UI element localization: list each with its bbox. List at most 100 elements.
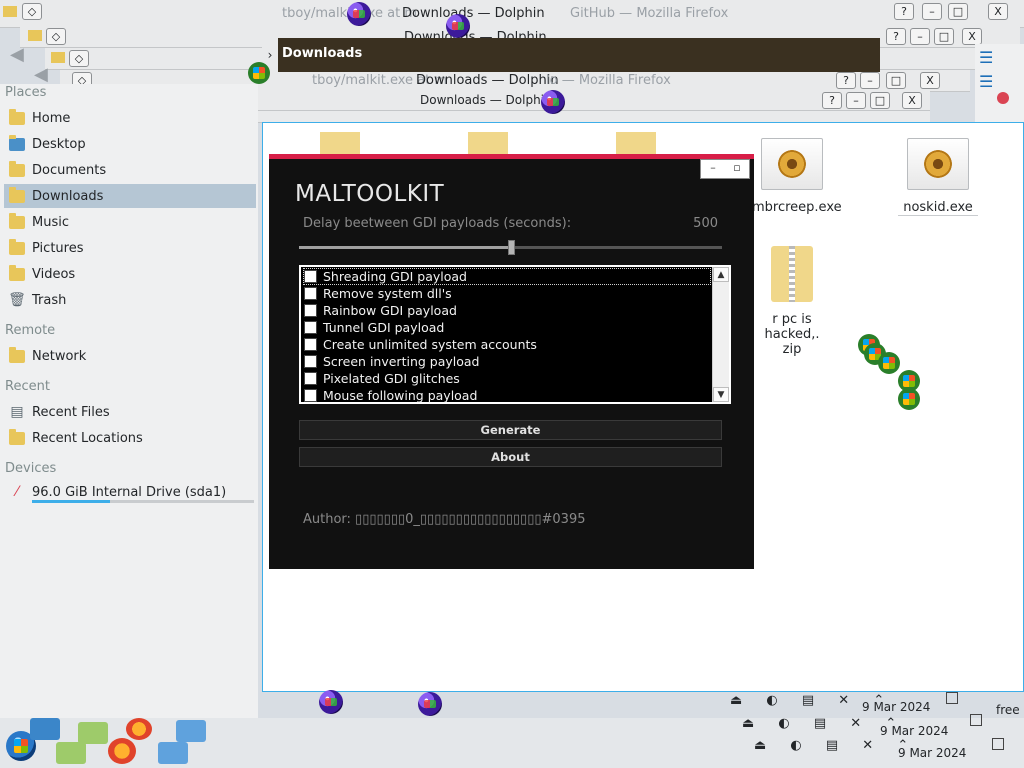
delay-label: Delay beetween GDI payloads (seconds): [303,216,572,231]
generate-button[interactable]: Generate [299,420,722,440]
windows-logo-icon [878,352,900,374]
places-section-label: Places [5,85,47,100]
virus-orb-icon [418,692,442,716]
firefox-icon[interactable] [126,718,152,740]
close-button[interactable]: X [902,92,922,109]
help-button[interactable]: ? [894,3,914,20]
back-arrow-icon[interactable]: ◀ [10,44,24,65]
downloads-folder-icon [8,186,26,205]
nav-button[interactable]: ◇ [69,50,89,67]
maximize-button[interactable]: □ [934,28,954,45]
show-desktop-button[interactable] [992,738,1004,750]
payload-scrollbar[interactable]: ▲ ▼ [712,267,729,402]
sidebar-item-downloads[interactable]: Downloads [4,184,256,208]
payload-item-inverting[interactable]: Screen inverting payload [303,353,711,370]
sidebar-item-documents[interactable]: Documents [4,158,256,182]
about-button[interactable]: About [299,447,722,467]
trash-icon: 🗑 [8,292,26,308]
error-icon [997,92,1009,104]
maximize-button[interactable]: □ [948,3,968,20]
payload-checkbox[interactable] [304,372,317,385]
file-item-noskid[interactable]: noskid.exe [898,138,978,216]
scroll-up-icon[interactable]: ▲ [713,267,729,282]
show-desktop-button[interactable] [946,692,958,704]
file-item-zip[interactable]: r pc is hacked,. zip [744,246,840,357]
nav-button[interactable]: ◇ [22,3,42,20]
desktop-folder-icon [8,134,26,153]
help-button[interactable]: ? [836,72,856,89]
sidebar-item-label: Music [32,214,69,230]
nav-button[interactable]: ◇ [46,28,66,45]
payload-label: Screen inverting payload [323,354,480,369]
file-item-mbrcreep[interactable]: mbrcreep.exe [752,138,842,215]
file-manager-icon[interactable] [78,722,108,744]
sidebar-item-label: Network [32,348,87,364]
sidebar-item-network[interactable]: Network [4,344,256,368]
payload-checkbox[interactable] [304,389,317,402]
window-titlebar: ◇ tboy/malkit.exe at m Downloads — Dolph… [0,0,1024,28]
delay-slider[interactable] [299,240,722,255]
pictures-folder-icon [8,238,26,257]
folder-icon [3,6,17,17]
payload-item-accounts[interactable]: Create unlimited system accounts [303,336,711,353]
sidebar-item-recent-files[interactable]: ▤ Recent Files [4,400,256,424]
system-settings-icon[interactable] [158,742,188,764]
minimize-button[interactable]: – [846,92,866,109]
payload-checkbox[interactable] [304,321,317,334]
payload-item-rainbow[interactable]: Rainbow GDI payload [303,302,711,319]
payload-checkbox[interactable] [304,287,317,300]
payload-item-tunnel[interactable]: Tunnel GDI payload [303,319,711,336]
file-name-line1: r pc is hacked,. [764,312,820,342]
payload-checkbox[interactable] [304,338,317,351]
sidebar-item-pictures[interactable]: Pictures [4,236,256,260]
system-tray-icons[interactable]: ⏏ ◐ ▤ ✕ ⌃ [754,738,918,753]
location-title: Downloads [282,46,363,61]
close-button[interactable]: X [988,3,1008,20]
payload-item-shreading[interactable]: Shreading GDI payload [303,268,711,285]
payload-item-mouse-following[interactable]: Mouse following payload [303,387,711,404]
hamburger-icon: ☰ [979,48,994,67]
minimize-button[interactable]: – [701,160,725,178]
back-arrow-icon[interactable]: ◀ [34,64,48,85]
payload-checkbox[interactable] [304,270,317,283]
payload-checkbox[interactable] [304,355,317,368]
sidebar-item-label: Recent Files [32,404,110,420]
minimize-button[interactable]: – [860,72,880,89]
minimize-button[interactable]: – [922,3,942,20]
sidebar-item-recent-locations[interactable]: Recent Locations [4,426,256,450]
close-button[interactable]: X [920,72,940,89]
scroll-down-icon[interactable]: ▼ [713,387,729,402]
tray-date: 9 Mar 2024 [862,700,931,714]
maximize-button[interactable]: □ [886,72,906,89]
firefox-icon[interactable] [108,738,136,764]
sidebar-item-home[interactable]: Home [4,106,256,130]
help-button[interactable]: ? [886,28,906,45]
payload-item-remove-dlls[interactable]: Remove system dll's [303,285,711,302]
windows-logo-icon [898,388,920,410]
payload-label: Pixelated GDI glitches [323,371,460,386]
payload-item-pixelated[interactable]: Pixelated GDI glitches [303,370,711,387]
help-button[interactable]: ? [822,92,842,109]
close-button[interactable]: X [962,28,982,45]
sidebar-item-trash[interactable]: 🗑 Trash [4,288,256,312]
payload-label: Create unlimited system accounts [323,337,537,352]
sidebar-item-music[interactable]: Music [4,210,256,234]
sidebar-item-label: Pictures [32,240,84,256]
ghost-window-title: Downloads — Dolphin [416,73,559,88]
file-manager-icon[interactable] [56,742,86,764]
minimize-button[interactable]: – [910,28,930,45]
payload-checkbox[interactable] [304,304,317,317]
recent-section-label: Recent [5,379,50,394]
maximize-button[interactable]: □ [870,92,890,109]
system-settings-icon[interactable] [176,720,206,742]
faded-firefox-title-right: lo — Mozilla Firefox [546,73,671,88]
slider-handle[interactable] [507,240,515,255]
file-manager-icon[interactable] [30,718,60,740]
maximize-button[interactable]: ▫ [725,160,749,178]
show-desktop-button[interactable] [970,714,982,726]
sidebar-item-desktop[interactable]: Desktop [4,132,256,156]
sidebar-item-videos[interactable]: Videos [4,262,256,286]
recent-locations-icon [8,428,26,447]
sidebar-item-label: Documents [32,162,107,178]
virus-orb-icon [541,90,565,114]
